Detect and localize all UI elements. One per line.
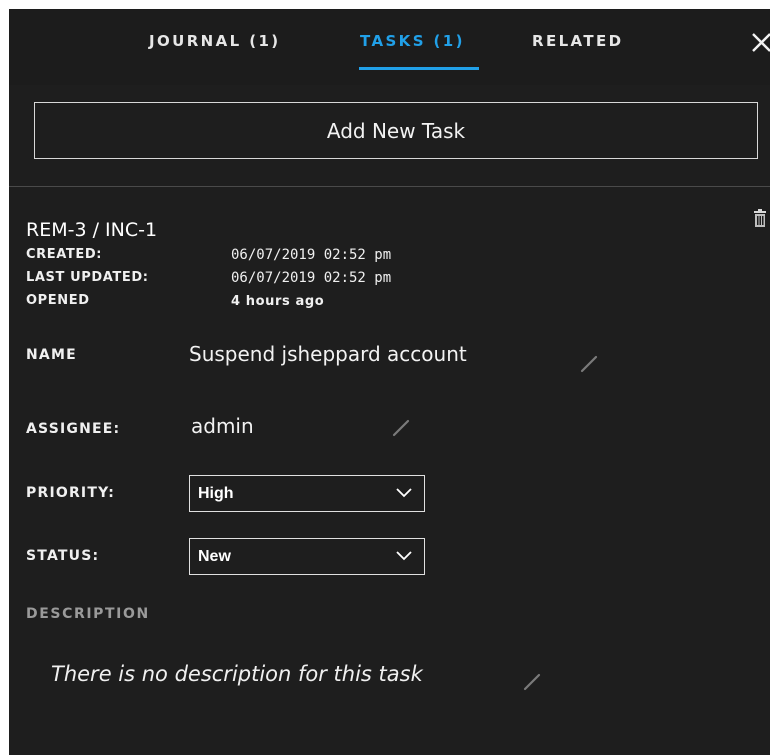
assignee-value[interactable]: admin xyxy=(191,414,254,438)
edit-description-pencil-icon[interactable] xyxy=(523,673,541,691)
status-select[interactable]: New xyxy=(189,538,425,575)
tab-journal[interactable]: JOURNAL (1) xyxy=(149,32,281,50)
edit-name-pencil-icon[interactable] xyxy=(580,355,598,373)
description-label: DESCRIPTION xyxy=(26,606,150,622)
priority-select[interactable]: High xyxy=(189,475,425,512)
status-selected-value: New xyxy=(198,548,231,565)
opened-value: 4 hours ago xyxy=(231,294,325,309)
name-label: NAME xyxy=(26,347,77,363)
trash-icon[interactable] xyxy=(752,209,768,229)
opened-label: OPENED xyxy=(26,293,90,308)
last-updated-label: LAST UPDATED: xyxy=(26,270,149,285)
created-value: 06/07/2019 02:52 pm xyxy=(231,247,392,263)
tab-tasks[interactable]: TASKS (1) xyxy=(360,32,465,50)
task-id: REM-3 / INC-1 xyxy=(26,219,158,241)
created-label: CREATED: xyxy=(26,247,103,262)
add-new-task-button[interactable]: Add New Task xyxy=(34,102,758,159)
assignee-label: ASSIGNEE: xyxy=(26,421,121,437)
last-updated-value: 06/07/2019 02:52 pm xyxy=(231,270,392,286)
tab-related[interactable]: RELATED xyxy=(532,32,624,50)
section-divider xyxy=(9,186,770,187)
task-name-value[interactable]: Suspend jsheppard account xyxy=(189,342,467,366)
priority-selected-value: High xyxy=(198,485,234,502)
chevron-down-icon xyxy=(396,486,412,498)
tab-bar: JOURNAL (1) TASKS (1) RELATED xyxy=(9,9,770,85)
tasks-panel: JOURNAL (1) TASKS (1) RELATED Add New Ta… xyxy=(9,9,770,755)
close-icon[interactable] xyxy=(749,27,770,57)
status-label: STATUS: xyxy=(26,548,100,564)
active-tab-indicator xyxy=(359,67,479,70)
description-value[interactable]: There is no description for this task xyxy=(51,662,423,686)
chevron-down-icon xyxy=(396,549,412,561)
edit-assignee-pencil-icon[interactable] xyxy=(392,419,410,437)
priority-label: PRIORITY: xyxy=(26,485,116,501)
